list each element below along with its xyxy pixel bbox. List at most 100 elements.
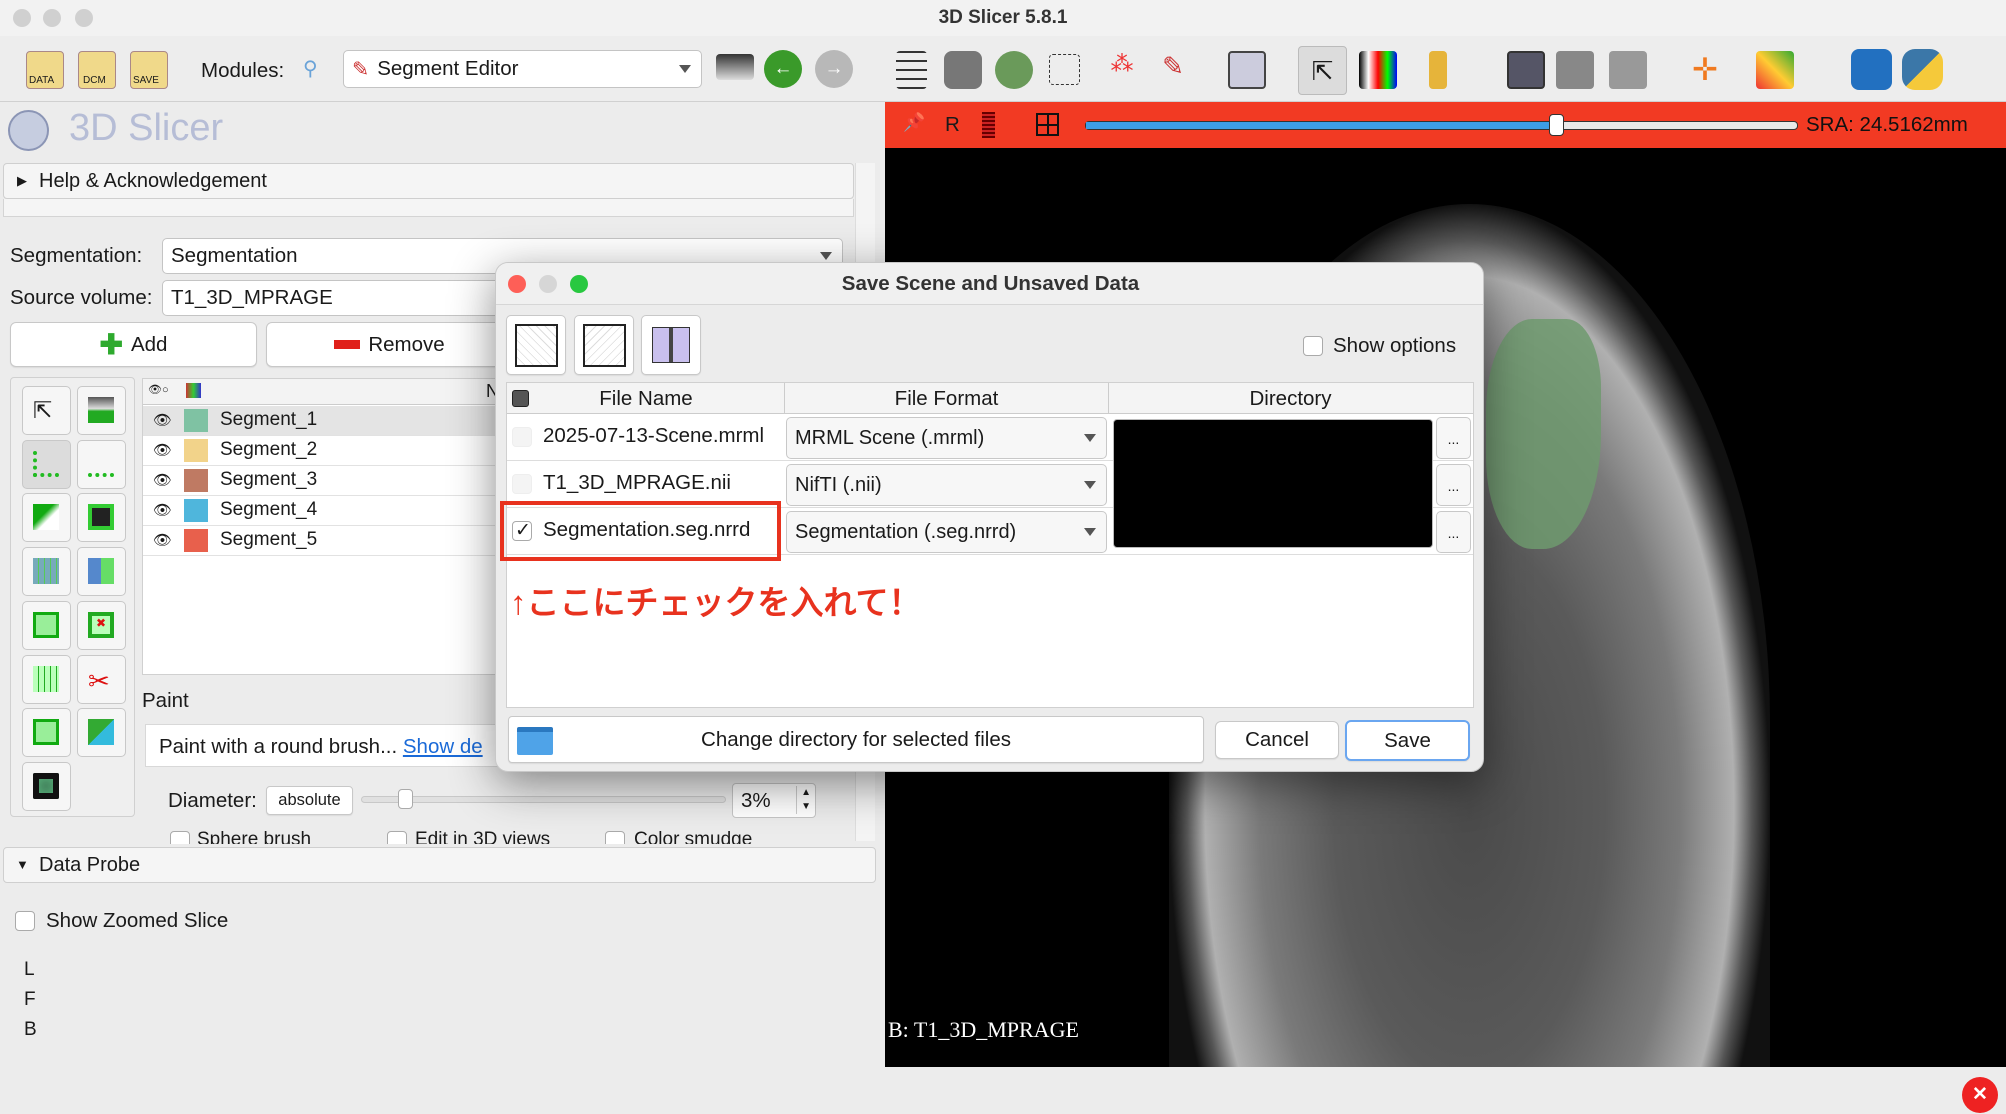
browse-directory-button[interactable]: ... bbox=[1436, 464, 1471, 506]
slice-offset-handle[interactable] bbox=[1548, 114, 1564, 136]
zoom-window-button[interactable] bbox=[75, 9, 93, 27]
extensions-manager-icon[interactable] bbox=[1851, 49, 1892, 90]
edit-3d-checkbox[interactable] bbox=[387, 831, 407, 844]
change-directory-button[interactable]: Change directory for selected files bbox=[508, 716, 1204, 763]
hollow-effect-button[interactable]: ✖ bbox=[77, 601, 126, 650]
module-search-icon[interactable]: ⚲ bbox=[303, 56, 318, 81]
logical-operators-effect-button[interactable] bbox=[77, 708, 126, 757]
file-name[interactable]: T1_3D_MPRAGE.nii bbox=[543, 471, 731, 495]
link-icon[interactable] bbox=[982, 112, 995, 138]
segment-color-swatch[interactable] bbox=[184, 499, 208, 522]
spin-arrows-icon[interactable]: ▲ ▼ bbox=[796, 786, 811, 814]
threshold-effect-button[interactable] bbox=[77, 386, 126, 435]
dialog-minimize-button[interactable] bbox=[539, 275, 557, 293]
visibility-eye-icon[interactable]: 👁 bbox=[153, 441, 172, 459]
dialog-zoom-button[interactable] bbox=[570, 275, 588, 293]
scissors-effect-button[interactable]: ✂ bbox=[77, 655, 126, 704]
none-effect-button[interactable]: ⇱ bbox=[22, 386, 71, 435]
file-name[interactable]: 2025-07-13-Scene.mrml bbox=[543, 424, 764, 448]
diameter-slider[interactable] bbox=[361, 789, 726, 809]
load-data-button[interactable]: DATA bbox=[26, 51, 64, 89]
islands-effect-button[interactable] bbox=[22, 708, 71, 757]
help-acknowledgement-section[interactable]: ▶ Help & Acknowledgement bbox=[3, 163, 854, 199]
visibility-eye-icon[interactable]: 👁 bbox=[153, 471, 172, 489]
erase-effect-button[interactable] bbox=[22, 493, 71, 542]
models-icon[interactable] bbox=[995, 51, 1033, 89]
segment-row[interactable]: 👁 Segment_5 bbox=[143, 526, 501, 556]
segment-name[interactable]: Segment_1 bbox=[220, 409, 317, 431]
mouse-mode-pointer-button[interactable]: ⇱ bbox=[1298, 46, 1347, 95]
screenshot-icon[interactable] bbox=[1507, 51, 1545, 89]
segment-color-swatch[interactable] bbox=[184, 469, 208, 492]
scene-views-menu-icon[interactable] bbox=[1609, 51, 1647, 89]
segment-name[interactable]: Segment_2 bbox=[220, 439, 317, 461]
data-tree-icon[interactable] bbox=[896, 51, 927, 89]
margin-effect-button[interactable] bbox=[22, 601, 71, 650]
save-dialog-button[interactable]: Save bbox=[1345, 720, 1470, 761]
select-scene-data-button[interactable] bbox=[506, 315, 566, 375]
crosshair-icon[interactable]: ✛ bbox=[1686, 51, 1724, 89]
segment-row[interactable]: 👁 Segment_2 bbox=[143, 436, 501, 466]
editor-icon[interactable]: ✎ bbox=[1154, 51, 1192, 89]
segment-row[interactable]: 👁 Segment_3 bbox=[143, 466, 501, 496]
volumes-icon[interactable] bbox=[944, 51, 982, 89]
draw-effect-button[interactable] bbox=[77, 440, 126, 489]
paint-effect-button[interactable] bbox=[22, 440, 71, 489]
browse-directory-button[interactable]: ... bbox=[1436, 417, 1471, 459]
segment-name[interactable]: Segment_5 bbox=[220, 529, 317, 551]
directory-field[interactable] bbox=[1113, 419, 1433, 548]
segment-color-swatch[interactable] bbox=[184, 529, 208, 552]
error-log-icon[interactable]: ✕ bbox=[1962, 1077, 1998, 1113]
module-selector[interactable]: ✎ Segment Editor bbox=[343, 50, 702, 88]
data-probe-section[interactable]: ▼ Data Probe bbox=[3, 847, 876, 883]
slice-offset-slider[interactable] bbox=[1085, 114, 1798, 136]
python-console-icon[interactable] bbox=[1902, 49, 1943, 90]
close-window-button[interactable] bbox=[13, 9, 31, 27]
file-format-selector[interactable]: NifTI (.nii) bbox=[786, 464, 1107, 506]
fill-between-slices-effect-button[interactable] bbox=[77, 547, 126, 596]
markups-icon[interactable]: ⁂ bbox=[1103, 51, 1141, 89]
level-tracing-effect-button[interactable] bbox=[77, 493, 126, 542]
dialog-close-button[interactable] bbox=[508, 275, 526, 293]
slice-intersection-icon[interactable] bbox=[1756, 51, 1794, 89]
diameter-spinbox[interactable]: 3% ▲ ▼ bbox=[732, 783, 816, 818]
segment-name[interactable]: Segment_4 bbox=[220, 499, 317, 521]
dicom-button[interactable]: DCM bbox=[78, 51, 116, 89]
ruler-icon[interactable] bbox=[1429, 51, 1447, 89]
segment-row[interactable]: 👁 Segment_1 bbox=[143, 406, 501, 436]
minimize-window-button[interactable] bbox=[43, 9, 61, 27]
select-modified-data-button[interactable] bbox=[574, 315, 634, 375]
back-button[interactable]: ← bbox=[764, 50, 802, 88]
segment-name[interactable]: Segment_3 bbox=[220, 469, 317, 491]
pin-icon[interactable]: 📌 bbox=[903, 112, 925, 133]
smoothing-effect-button[interactable] bbox=[22, 655, 71, 704]
file-format-selector[interactable]: Segmentation (.seg.nrrd) bbox=[786, 511, 1107, 553]
browse-directory-button[interactable]: ... bbox=[1436, 511, 1471, 553]
layout-toggle-icon[interactable] bbox=[1036, 113, 1059, 136]
file-select-checkbox[interactable] bbox=[512, 474, 532, 494]
add-segment-button[interactable]: ✚ Add bbox=[10, 322, 257, 367]
segment-color-swatch[interactable] bbox=[184, 409, 208, 432]
window-level-icon[interactable] bbox=[1359, 51, 1397, 89]
file-format-selector[interactable]: MRML Scene (.mrml) bbox=[786, 417, 1107, 459]
file-select-checkbox[interactable] bbox=[512, 427, 532, 447]
mask-volume-effect-button[interactable] bbox=[22, 762, 71, 811]
visibility-eye-icon[interactable]: 👁 bbox=[153, 531, 172, 549]
scene-view-icon[interactable] bbox=[1556, 51, 1594, 89]
show-details-link[interactable]: Show de bbox=[403, 735, 483, 758]
visibility-eye-icon[interactable]: 👁 bbox=[153, 501, 172, 519]
segment-color-swatch[interactable] bbox=[184, 439, 208, 462]
save-button[interactable]: SAVE bbox=[130, 51, 168, 89]
color-smudge-checkbox[interactable] bbox=[605, 831, 625, 844]
create-data-bundle-button[interactable] bbox=[641, 315, 701, 375]
cancel-button[interactable]: Cancel bbox=[1215, 721, 1339, 759]
diameter-slider-handle[interactable] bbox=[398, 789, 414, 809]
diameter-mode-button[interactable]: absolute bbox=[266, 786, 353, 815]
show-options-checkbox[interactable] bbox=[1303, 336, 1323, 356]
grow-from-seeds-effect-button[interactable] bbox=[22, 547, 71, 596]
sphere-brush-checkbox[interactable] bbox=[170, 831, 190, 844]
segment-row[interactable]: 👁 Segment_4 bbox=[143, 496, 501, 526]
visibility-eye-icon[interactable]: 👁 bbox=[153, 411, 172, 429]
module-history-icon[interactable] bbox=[716, 54, 754, 80]
forward-button[interactable]: → bbox=[815, 50, 853, 88]
